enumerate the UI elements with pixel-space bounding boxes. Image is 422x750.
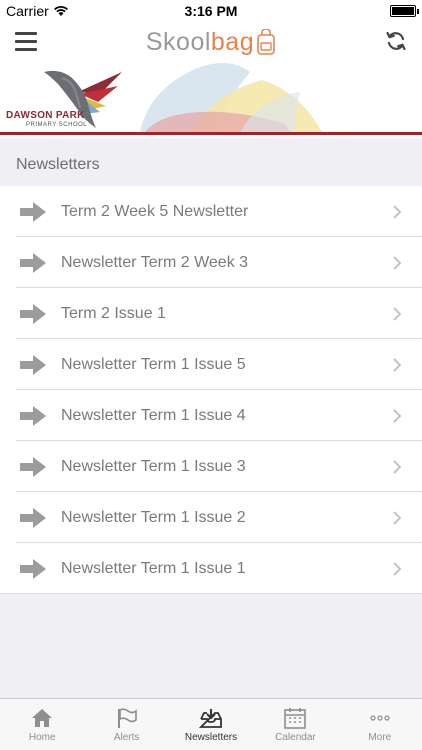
battery-icon [390, 5, 419, 17]
refresh-icon[interactable] [384, 29, 408, 53]
newsletter-list: Term 2 Week 5 Newsletter Newsletter Term… [0, 186, 422, 594]
banner-divider [0, 132, 422, 135]
wifi-icon [53, 5, 68, 16]
tab-alerts[interactable]: Alerts [84, 699, 168, 750]
school-name: DAWSON PARK [6, 110, 85, 121]
list-item[interactable]: Term 2 Issue 1 [0, 288, 422, 339]
arrow-right-icon [20, 201, 46, 222]
arrow-right-icon [20, 252, 46, 273]
tab-label: Newsletters [184, 732, 238, 743]
tab-newsletters[interactable]: Newsletters [169, 699, 253, 750]
chevron-right-icon [393, 561, 402, 576]
tab-label: Home [28, 732, 56, 743]
flag-icon [117, 708, 137, 728]
backpack-icon [257, 29, 275, 55]
arrow-right-icon [20, 405, 46, 426]
chevron-right-icon [393, 510, 402, 525]
list-item[interactable]: Newsletter Term 1 Issue 2 [0, 492, 422, 543]
newsletter-title: Term 2 Issue 1 [61, 304, 166, 322]
chevron-right-icon [393, 408, 402, 423]
newsletter-title: Newsletter Term 1 Issue 3 [61, 457, 246, 475]
newsletter-title: Newsletter Term 2 Week 3 [61, 253, 249, 271]
tab-label: More [368, 732, 392, 743]
more-icon [370, 715, 390, 721]
app-logo: Skool bag [146, 28, 276, 57]
newsletter-title: Newsletter Term 1 Issue 2 [61, 508, 246, 526]
status-bar: Carrier 3:16 PM [0, 0, 422, 22]
school-subtitle: PRIMARY SCHOOL [26, 122, 88, 128]
list-item[interactable]: Term 2 Week 5 Newsletter [0, 186, 422, 237]
chevron-right-icon [393, 459, 402, 474]
calendar-icon [284, 708, 307, 729]
tab-label: Alerts [113, 732, 140, 743]
newsletter-title: Newsletter Term 1 Issue 4 [61, 406, 246, 424]
home-icon [32, 709, 53, 727]
school-banner: DAWSON PARK PRIMARY SCHOOL [0, 62, 422, 138]
chevron-right-icon [393, 357, 402, 372]
arrow-right-icon [20, 456, 46, 477]
chevron-right-icon [393, 255, 402, 270]
chevron-right-icon [393, 306, 402, 321]
carrier-label: Carrier [6, 3, 49, 19]
list-item[interactable]: Newsletter Term 1 Issue 5 [0, 339, 422, 390]
newsletter-title: Newsletter Term 1 Issue 5 [61, 355, 246, 373]
tab-calendar[interactable]: Calendar [253, 699, 337, 750]
menu-button[interactable] [15, 29, 37, 53]
menu-icon [15, 31, 37, 35]
nav-bar: Skool bag [0, 22, 422, 62]
tab-label: Calendar [275, 732, 316, 743]
inbox-icon [199, 709, 222, 728]
chevron-right-icon [393, 204, 402, 219]
newsletter-title: Term 2 Week 5 Newsletter [61, 202, 249, 220]
tab-more[interactable]: More [338, 699, 422, 750]
arrow-right-icon [20, 558, 46, 579]
section-title: Newsletters [0, 138, 422, 186]
list-item[interactable]: Newsletter Term 2 Week 3 [0, 237, 422, 288]
brand-part1: Skool [145, 27, 211, 56]
tab-home[interactable]: Home [0, 699, 84, 750]
arrow-right-icon [20, 354, 46, 375]
list-item[interactable]: Newsletter Term 1 Issue 1 [0, 543, 422, 594]
brand-part2: bag [210, 27, 255, 56]
status-left: Carrier [6, 3, 69, 19]
newsletter-title: Newsletter Term 1 Issue 1 [61, 559, 246, 577]
list-item[interactable]: Newsletter Term 1 Issue 4 [0, 390, 422, 441]
list-item[interactable]: Newsletter Term 1 Issue 3 [0, 441, 422, 492]
arrow-right-icon [20, 303, 46, 324]
arrow-right-icon [20, 507, 46, 528]
tab-bar: Home Alerts Newsletters Calendar More [0, 698, 422, 750]
